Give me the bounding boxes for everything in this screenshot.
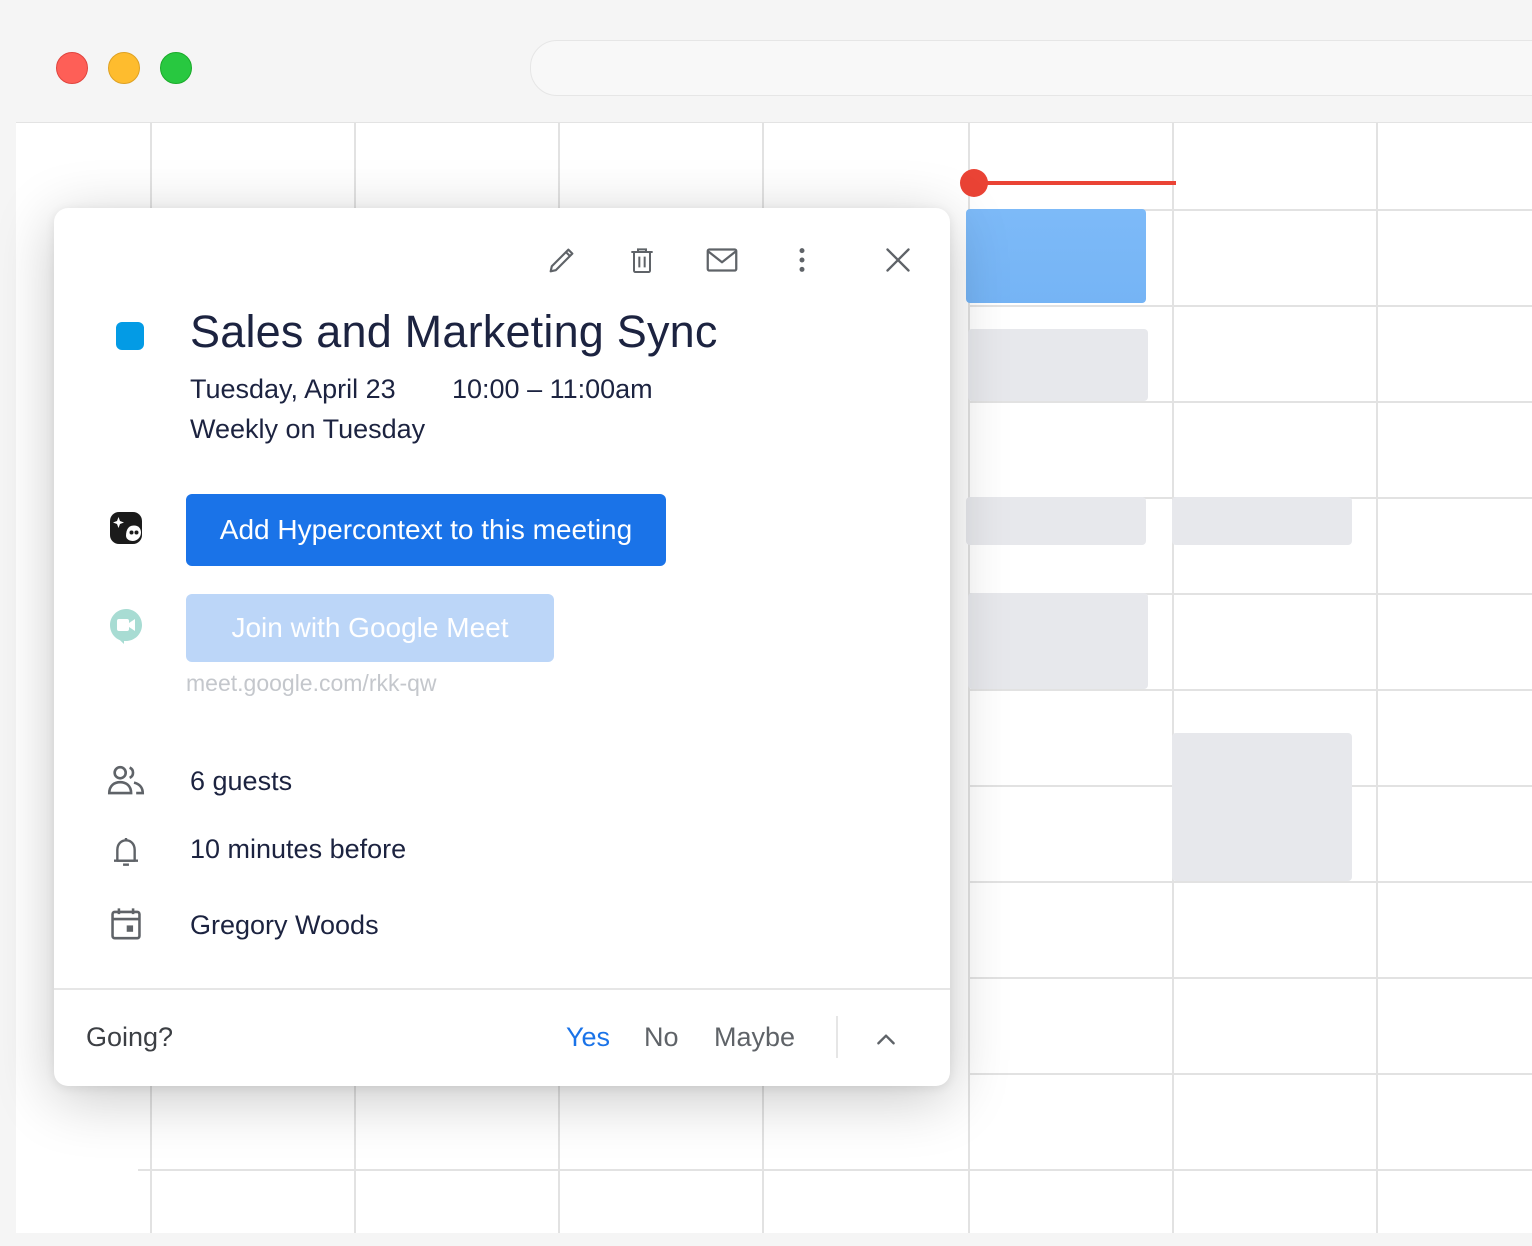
grid-row-line	[968, 881, 1532, 883]
join-google-meet-button[interactable]: Join with Google Meet	[186, 594, 554, 662]
window-maximize-button[interactable]	[160, 52, 192, 84]
add-hypercontext-button[interactable]: Add Hypercontext to this meeting	[186, 494, 666, 566]
rsvp-expand-button[interactable]	[866, 1020, 906, 1060]
grid-row-line	[968, 689, 1532, 691]
grid-row-line	[968, 977, 1532, 979]
delete-button[interactable]	[622, 240, 662, 280]
current-time-line	[974, 181, 1176, 185]
delete-icon	[631, 248, 653, 273]
event-block[interactable]	[1172, 497, 1352, 545]
hypercontext-logo-icon	[106, 508, 146, 548]
calendar-icon	[106, 904, 146, 944]
reminder-text: 10 minutes before	[190, 834, 407, 864]
rsvp-prompt: Going?	[86, 1022, 174, 1052]
current-time-dot	[960, 169, 988, 197]
meet-link[interactable]: meet.google.com/rkk-qw	[186, 670, 437, 697]
address-bar[interactable]	[530, 40, 1532, 96]
grid-row-line	[968, 401, 1532, 403]
edit-icon	[549, 248, 574, 273]
event-block[interactable]	[968, 329, 1148, 401]
guests-icon	[106, 760, 146, 800]
bell-icon	[106, 832, 146, 872]
email-icon	[706, 248, 738, 272]
organizer-name: Gregory Woods	[190, 910, 379, 940]
grid-column-line	[1172, 123, 1174, 1233]
rsvp-maybe-button[interactable]: Maybe	[714, 1022, 795, 1053]
footer-separator	[836, 1016, 838, 1058]
close-icon	[886, 248, 910, 272]
grid-column-line	[1376, 123, 1378, 1233]
rsvp-no-button[interactable]: No	[644, 1022, 679, 1053]
grid-row-line	[968, 1073, 1532, 1075]
footer-divider	[54, 988, 950, 990]
event-block[interactable]	[1172, 733, 1352, 881]
close-popup-button[interactable]	[878, 240, 918, 280]
window-minimize-button[interactable]	[108, 52, 140, 84]
event-details-popup: Sales and Marketing Sync Tuesday, April …	[54, 208, 950, 1086]
event-date: Tuesday, April 23	[190, 374, 396, 404]
rsvp-yes-button[interactable]: Yes	[566, 1022, 610, 1053]
event-color-chip	[116, 322, 144, 350]
window-close-button[interactable]	[56, 52, 88, 84]
grid-row-line	[138, 1169, 1532, 1171]
event-block-selected[interactable]	[966, 209, 1146, 303]
email-guests-button[interactable]	[702, 240, 742, 280]
chevron-up-icon	[877, 1034, 895, 1045]
event-block[interactable]	[968, 593, 1148, 689]
event-title: Sales and Marketing Sync	[190, 306, 718, 357]
more-options-button[interactable]	[782, 240, 822, 280]
event-time: 10:00 – 11:00am	[452, 374, 653, 404]
event-recurrence: Weekly on Tuesday	[190, 414, 426, 444]
google-meet-icon	[106, 606, 146, 646]
grid-row-line	[968, 305, 1532, 307]
guest-count[interactable]: 6 guests	[190, 766, 292, 797]
more-vert-icon	[799, 248, 805, 272]
edit-button[interactable]	[542, 240, 582, 280]
event-block[interactable]	[966, 497, 1146, 545]
